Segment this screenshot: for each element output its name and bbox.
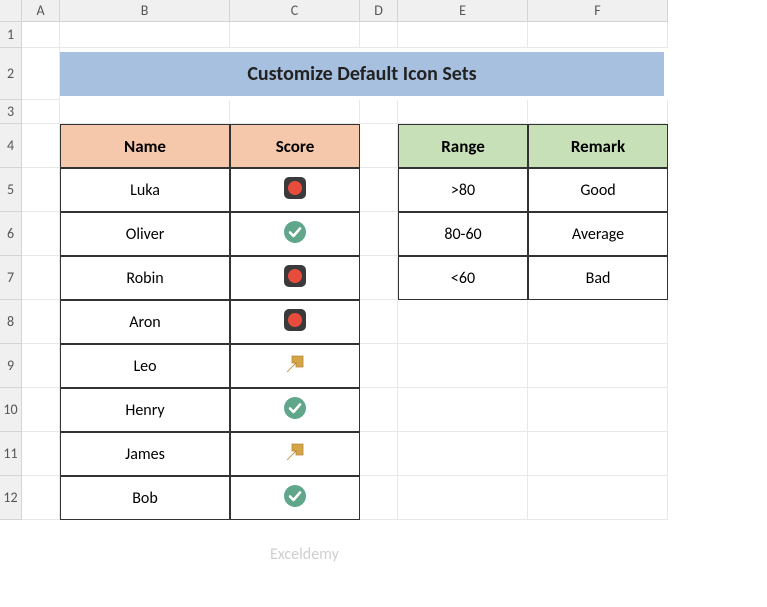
row-header-8[interactable]: 8 [0, 300, 22, 344]
row-header-7[interactable]: 7 [0, 256, 22, 300]
cell-C3[interactable] [230, 100, 360, 124]
cell-A7[interactable] [22, 256, 60, 300]
cell-C1[interactable] [230, 22, 360, 48]
row-header-2[interactable]: 2 [0, 48, 22, 100]
tablea-score-icon-1[interactable] [230, 212, 360, 256]
col-header-e[interactable]: E [398, 0, 528, 22]
cell-D9[interactable] [360, 344, 398, 388]
tablea-header-name[interactable]: Name [60, 124, 230, 168]
tablea-name-7[interactable]: Bob [60, 476, 230, 520]
red-icon [283, 308, 307, 337]
tablea-score-icon-7[interactable] [230, 476, 360, 520]
cell-F11[interactable] [528, 432, 668, 476]
cell-A5[interactable] [22, 168, 60, 212]
tableb-range-2[interactable]: <60 [398, 256, 528, 300]
row-header-4[interactable]: 4 [0, 124, 22, 168]
watermark-text: Exceldemy [270, 545, 339, 564]
tablea-score-icon-6[interactable] [230, 432, 360, 476]
green-icon [283, 220, 307, 249]
green-icon [283, 396, 307, 425]
row-header-5[interactable]: 5 [0, 168, 22, 212]
col-header-a[interactable]: A [22, 0, 60, 22]
cell-E9[interactable] [398, 344, 528, 388]
cell-E12[interactable] [398, 476, 528, 520]
col-header-b[interactable]: B [60, 0, 230, 22]
row-header-11[interactable]: 11 [0, 432, 22, 476]
tablea-score-icon-5[interactable] [230, 388, 360, 432]
tablea-score-icon-0[interactable] [230, 168, 360, 212]
red-icon [283, 176, 307, 205]
tablea-score-icon-2[interactable] [230, 256, 360, 300]
cell-D8[interactable] [360, 300, 398, 344]
cell-B3[interactable] [60, 100, 230, 124]
tablea-header-score[interactable]: Score [230, 124, 360, 168]
cell-D4[interactable] [360, 124, 398, 168]
row-header-10[interactable]: 10 [0, 388, 22, 432]
cell-A11[interactable] [22, 432, 60, 476]
tablea-name-6[interactable]: James [60, 432, 230, 476]
cell-E8[interactable] [398, 300, 528, 344]
cell-A4[interactable] [22, 124, 60, 168]
cell-A12[interactable] [22, 476, 60, 520]
cell-A9[interactable] [22, 344, 60, 388]
tablea-name-5[interactable]: Henry [60, 388, 230, 432]
row-header-6[interactable]: 6 [0, 212, 22, 256]
green-icon [283, 484, 307, 513]
tablea-name-1[interactable]: Oliver [60, 212, 230, 256]
cell-D11[interactable] [360, 432, 398, 476]
cell-F10[interactable] [528, 388, 668, 432]
col-header-d[interactable]: D [360, 0, 398, 22]
tableb-header-range[interactable]: Range [398, 124, 528, 168]
cell-A8[interactable] [22, 300, 60, 344]
tableb-range-0[interactable]: >80 [398, 168, 528, 212]
cell-A6[interactable] [22, 212, 60, 256]
row-header-3[interactable]: 3 [0, 100, 22, 124]
tablea-name-2[interactable]: Robin [60, 256, 230, 300]
red-icon [283, 264, 307, 293]
tableb-remark-0[interactable]: Good [528, 168, 668, 212]
cell-D7[interactable] [360, 256, 398, 300]
tablea-name-0[interactable]: Luka [60, 168, 230, 212]
tableb-header-remark[interactable]: Remark [528, 124, 668, 168]
cell-A10[interactable] [22, 388, 60, 432]
tablea-name-3[interactable]: Aron [60, 300, 230, 344]
col-header-f[interactable]: F [528, 0, 668, 22]
arrow-icon [283, 440, 307, 469]
cell-D12[interactable] [360, 476, 398, 520]
cell-F12[interactable] [528, 476, 668, 520]
cell-A3[interactable] [22, 100, 60, 124]
col-header-c[interactable]: C [230, 0, 360, 22]
cell-D10[interactable] [360, 388, 398, 432]
cell-B1[interactable] [60, 22, 230, 48]
cell-F8[interactable] [528, 300, 668, 344]
cell-D1[interactable] [360, 22, 398, 48]
row-header-9[interactable]: 9 [0, 344, 22, 388]
cell-E1[interactable] [398, 22, 528, 48]
cell-D5[interactable] [360, 168, 398, 212]
cell-F9[interactable] [528, 344, 668, 388]
cell-A1[interactable] [22, 22, 60, 48]
select-all-corner[interactable] [0, 0, 22, 22]
cell-D6[interactable] [360, 212, 398, 256]
tableb-range-1[interactable]: 80-60 [398, 212, 528, 256]
row-header-1[interactable]: 1 [0, 22, 22, 48]
tableb-remark-1[interactable]: Average [528, 212, 668, 256]
tableb-remark-2[interactable]: Bad [528, 256, 668, 300]
tablea-name-4[interactable]: Leo [60, 344, 230, 388]
cell-E11[interactable] [398, 432, 528, 476]
cell-E10[interactable] [398, 388, 528, 432]
tablea-score-icon-3[interactable] [230, 300, 360, 344]
page-title: Customize Default Icon Sets [60, 52, 664, 96]
tablea-score-icon-4[interactable] [230, 344, 360, 388]
cell-D3[interactable] [360, 100, 398, 124]
row-header-12[interactable]: 12 [0, 476, 22, 520]
cell-A2[interactable] [22, 48, 60, 100]
cell-F3[interactable] [528, 100, 668, 124]
arrow-icon [283, 352, 307, 381]
cell-F1[interactable] [528, 22, 668, 48]
cell-E3[interactable] [398, 100, 528, 124]
